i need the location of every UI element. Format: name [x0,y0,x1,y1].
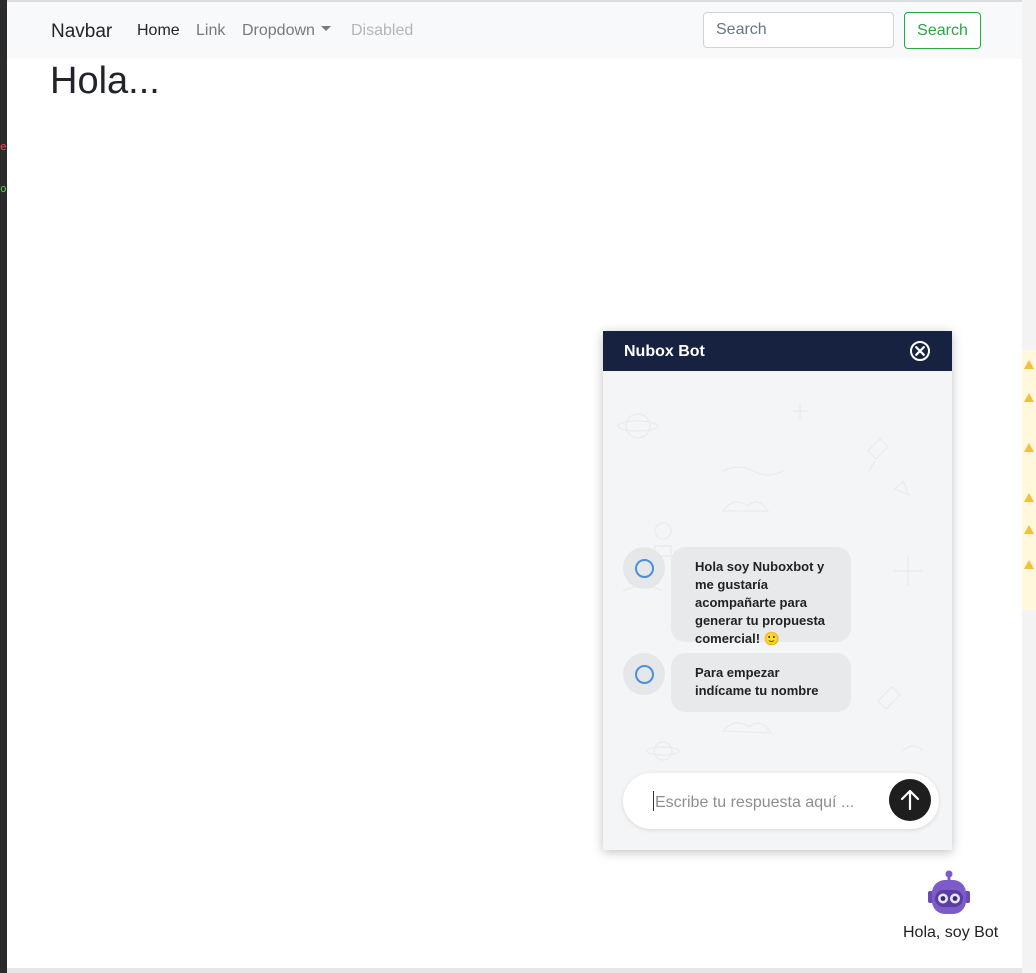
message-bubble: Hola soy Nuboxbot y me gustaría acompaña… [671,547,851,646]
warning-icon [1024,360,1034,369]
nav-link-disabled: Disabled [351,22,414,39]
send-button[interactable] [889,779,931,821]
warning-icon [1024,443,1034,452]
nav-dropdown[interactable]: Dropdown [242,22,331,40]
nav-dropdown-label: Dropdown [242,22,315,39]
chat-title: Nubox Bot [624,343,705,360]
arrow-up-icon [900,789,920,811]
launcher-label: Hola, soy Bot [903,924,999,941]
page-viewport: Navbar Home Link Dropdown Disabled Searc… [7,2,1022,968]
navbar-brand[interactable]: Navbar [51,21,112,43]
message-bubble: Para empezar indícame tu nombre [671,653,851,712]
text-cursor [653,791,654,811]
page-heading: Hola... [50,60,160,102]
editor-fragment: e [0,140,6,153]
close-circle-icon[interactable] [909,340,931,362]
search-input[interactable] [703,12,894,48]
warning-icon [1024,393,1034,402]
bot-launcher[interactable]: Hola, soy Bot [897,870,1007,950]
warning-icon [1024,493,1034,502]
bot-avatar-icon [623,547,665,589]
warning-icon [1024,560,1034,569]
navbar: Navbar Home Link Dropdown Disabled Searc… [7,2,1022,59]
left-editor-strip: e o [0,0,7,973]
nav-link-home[interactable]: Home [137,22,180,40]
bot-avatar-icon [623,653,665,695]
chat-window: Nubox Bot Hola soy Nuboxbot y me gustarí… [603,331,952,850]
robot-icon [928,870,970,914]
chat-response-input[interactable] [653,791,877,815]
editor-fragment: o [0,182,6,195]
window-bottom-edge [7,968,1022,973]
chat-header: Nubox Bot [603,331,952,371]
search-button[interactable]: Search [904,12,981,49]
chat-input-bar [623,773,939,829]
right-devtools-strip [1021,0,1036,973]
warning-icon [1024,525,1034,534]
nav-link-link[interactable]: Link [196,22,225,40]
warning-highlight [1022,350,1036,610]
caret-down-icon [320,26,331,32]
